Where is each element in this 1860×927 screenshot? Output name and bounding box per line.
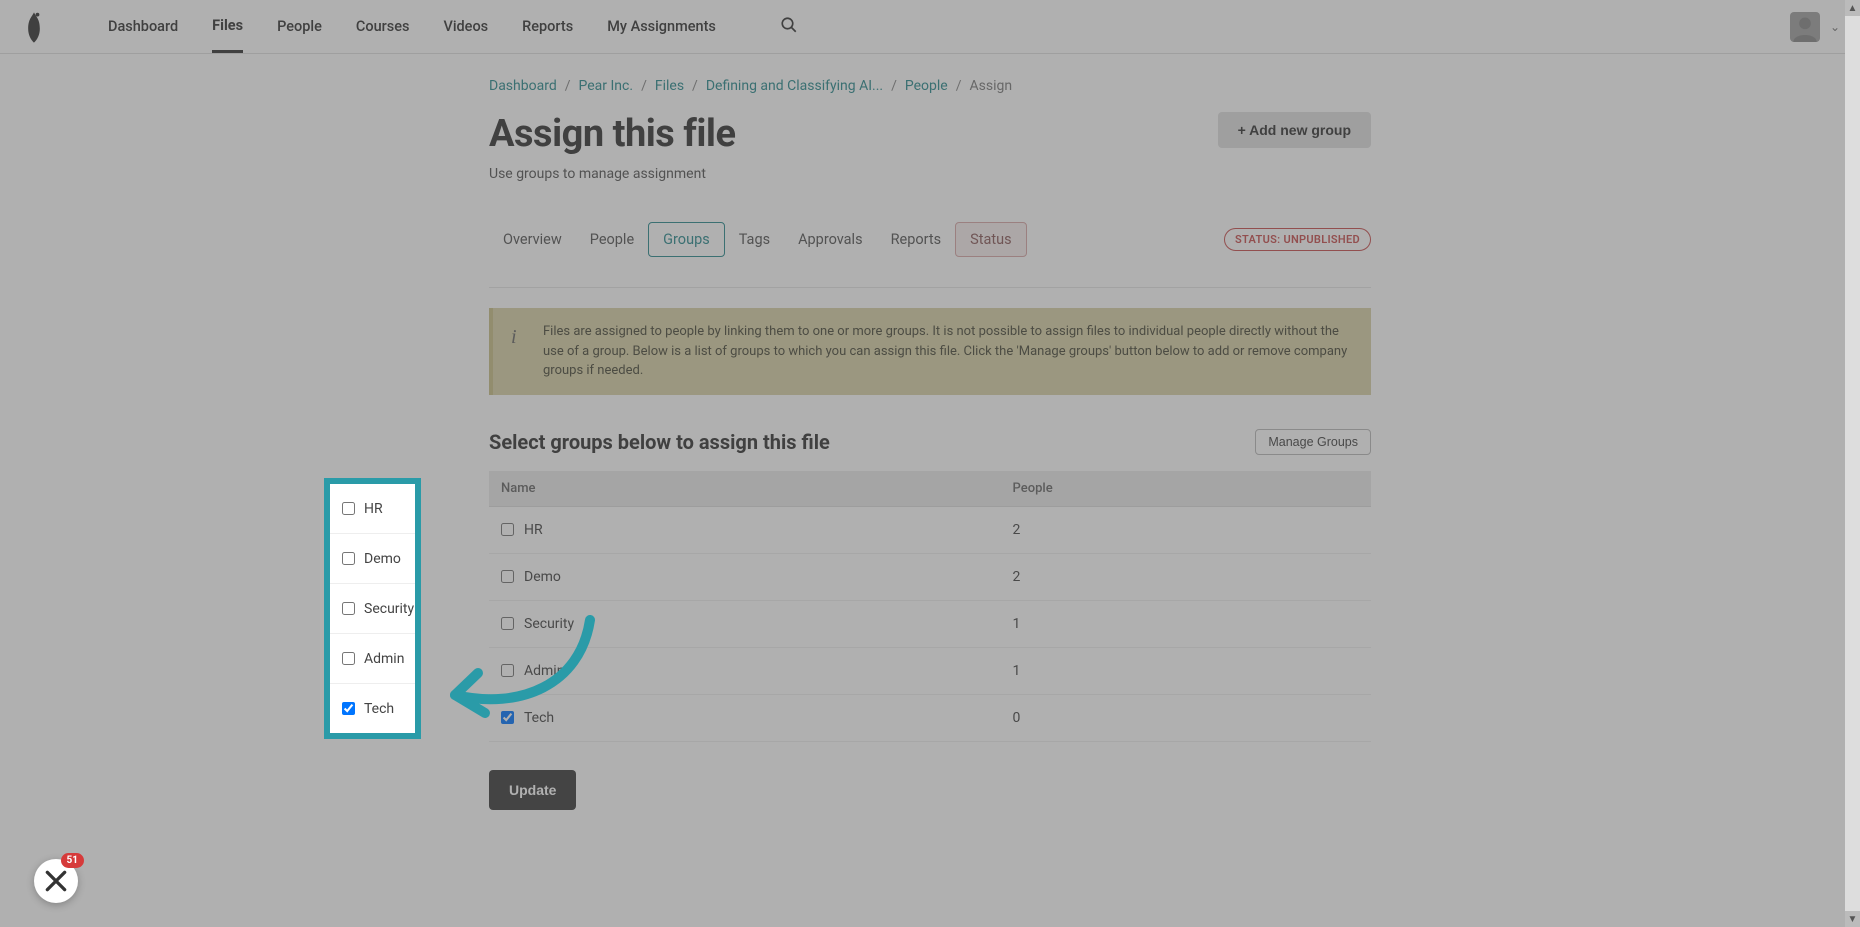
main-content: Dashboard/ Pear Inc./ Files/ Defining an… (489, 54, 1371, 810)
info-banner: i Files are assigned to people by linkin… (489, 308, 1371, 395)
crumb-people[interactable]: People (905, 78, 948, 94)
tabs: Overview People Groups Tags Approvals Re… (489, 222, 1027, 257)
page-title: Assign this file (489, 112, 735, 156)
tab-status[interactable]: Status (955, 222, 1026, 257)
row-checkbox-admin[interactable] (501, 664, 514, 677)
tab-approvals[interactable]: Approvals (784, 223, 877, 256)
info-icon: i (511, 322, 527, 352)
info-text: Files are assigned to people by linking … (543, 322, 1353, 381)
nav-right: ⌄ (1790, 12, 1840, 42)
page-subtitle: Use groups to manage assignment (489, 166, 1371, 182)
nav-reports[interactable]: Reports (522, 2, 573, 51)
status-badge: STATUS: UNPUBLISHED (1224, 228, 1371, 251)
hl-name: HR (364, 501, 383, 517)
crumb-assign: Assign (969, 78, 1012, 94)
table-row: Security 1 (489, 601, 1371, 648)
nav-files[interactable]: Files (212, 1, 243, 53)
crumb-files[interactable]: Files (655, 78, 684, 94)
hl-name: Admin (364, 651, 404, 667)
tab-overview[interactable]: Overview (489, 223, 576, 256)
add-new-group-button[interactable]: + Add new group (1218, 112, 1371, 148)
avatar[interactable] (1790, 12, 1820, 42)
th-people: People (1001, 471, 1371, 507)
manage-groups-button[interactable]: Manage Groups (1255, 429, 1371, 455)
th-name: Name (489, 471, 1001, 507)
tab-people[interactable]: People (576, 223, 648, 256)
logo-icon (20, 10, 48, 44)
hl-checkbox-tech[interactable] (342, 702, 355, 715)
crumb-dashboard[interactable]: Dashboard (489, 78, 557, 94)
hl-checkbox-security[interactable] (342, 602, 355, 615)
groups-table: Name People HR 2 Demo 2 Security 1 Admin… (489, 471, 1371, 743)
table-row: Admin 1 (489, 648, 1371, 695)
crumb-file-name[interactable]: Defining and Classifying AI... (706, 78, 883, 94)
scrollbar[interactable]: ▲ ▼ (1845, 0, 1860, 927)
row-checkbox-tech[interactable] (501, 711, 514, 724)
row-people: 1 (1001, 648, 1371, 695)
widget-icon (43, 868, 69, 894)
nav-people[interactable]: People (277, 2, 322, 51)
row-checkbox-demo[interactable] (501, 570, 514, 583)
crumb-pear-inc[interactable]: Pear Inc. (579, 78, 634, 94)
row-name: Admin (524, 663, 564, 679)
nav-courses[interactable]: Courses (356, 2, 410, 51)
table-row: HR 2 (489, 506, 1371, 554)
hl-name: Demo (364, 551, 401, 567)
row-people: 1 (1001, 601, 1371, 648)
table-row: Tech 0 (489, 695, 1371, 742)
hl-checkbox-demo[interactable] (342, 552, 355, 565)
row-name: Demo (524, 569, 561, 585)
search-icon[interactable] (780, 16, 798, 38)
divider (489, 287, 1371, 288)
row-checkbox-security[interactable] (501, 617, 514, 630)
hl-name: Tech (364, 701, 394, 717)
table-row: Demo 2 (489, 554, 1371, 601)
nav-links: Dashboard Files People Courses Videos Re… (108, 1, 798, 53)
row-name: Security (524, 616, 574, 632)
row-people: 0 (1001, 695, 1371, 742)
scroll-up-icon[interactable]: ▲ (1845, 0, 1860, 16)
nav-videos[interactable]: Videos (443, 2, 488, 51)
nav-dashboard[interactable]: Dashboard (108, 2, 178, 51)
row-people: 2 (1001, 554, 1371, 601)
update-button[interactable]: Update (489, 770, 576, 810)
chevron-down-icon[interactable]: ⌄ (1830, 20, 1840, 34)
widget-count: 51 (61, 853, 84, 868)
hl-checkbox-hr[interactable] (342, 502, 355, 515)
tab-tags[interactable]: Tags (725, 223, 784, 256)
scroll-down-icon[interactable]: ▼ (1845, 911, 1860, 927)
tab-groups[interactable]: Groups (648, 222, 725, 257)
top-nav: Dashboard Files People Courses Videos Re… (0, 0, 1860, 54)
help-widget[interactable]: 51 (34, 859, 78, 903)
hl-checkbox-admin[interactable] (342, 652, 355, 665)
row-name: Tech (524, 710, 554, 726)
nav-my-assignments[interactable]: My Assignments (607, 2, 716, 51)
hl-name: Security (364, 601, 414, 617)
highlight-box: HR Demo Security Admin Tech (324, 478, 421, 739)
row-checkbox-hr[interactable] (501, 523, 514, 536)
row-name: HR (524, 522, 543, 538)
tab-reports[interactable]: Reports (877, 223, 956, 256)
section-title: Select groups below to assign this file (489, 430, 830, 454)
row-people: 2 (1001, 506, 1371, 554)
breadcrumb: Dashboard/ Pear Inc./ Files/ Defining an… (489, 78, 1371, 94)
